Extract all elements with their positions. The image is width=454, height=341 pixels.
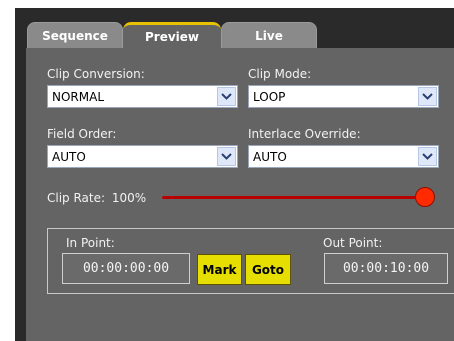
clip-rate-slider-track[interactable] — [162, 196, 426, 199]
clip-mode-select[interactable]: LOOP — [248, 85, 439, 108]
tab-live-label: Live — [255, 29, 283, 43]
out-point-label: Out Point: — [323, 236, 383, 250]
in-point-label: In Point: — [66, 236, 115, 250]
clip-rate-slider-thumb[interactable] — [415, 187, 435, 207]
field-order-label: Field Order: — [47, 127, 117, 141]
tab-live[interactable]: Live — [221, 22, 317, 49]
interlace-override-label: Interlace Override: — [248, 127, 361, 141]
clip-mode-value: LOOP — [253, 90, 286, 104]
out-point-timecode[interactable]: 00:00:10:00 — [324, 253, 448, 284]
field-order-select[interactable]: AUTO — [47, 145, 238, 168]
clip-conversion-value: NORMAL — [52, 90, 105, 104]
tab-sequence[interactable]: Sequence — [27, 22, 123, 49]
interlace-override-select[interactable]: AUTO — [248, 145, 439, 168]
chevron-down-icon[interactable] — [418, 87, 437, 106]
clip-mode-label: Clip Mode: — [248, 67, 312, 81]
field-order-value: AUTO — [52, 150, 86, 164]
goto-button[interactable]: Goto — [245, 254, 291, 285]
chevron-down-icon[interactable] — [418, 147, 437, 166]
mark-button[interactable]: Mark — [197, 254, 242, 285]
tab-preview-label: Preview — [144, 30, 199, 44]
clip-rate-label-text: Clip Rate: — [47, 191, 106, 205]
tab-preview[interactable]: Preview — [123, 22, 221, 49]
chevron-down-icon[interactable] — [217, 147, 236, 166]
clip-rate-label: Clip Rate: 100% — [47, 191, 146, 205]
clip-rate-value: 100% — [111, 191, 147, 205]
chevron-down-icon[interactable] — [217, 87, 236, 106]
interlace-override-value: AUTO — [253, 150, 287, 164]
tab-sequence-label: Sequence — [42, 29, 108, 43]
clip-conversion-select[interactable]: NORMAL — [47, 85, 238, 108]
clip-conversion-label: Clip Conversion: — [47, 67, 145, 81]
in-point-timecode[interactable]: 00:00:00:00 — [62, 253, 190, 284]
